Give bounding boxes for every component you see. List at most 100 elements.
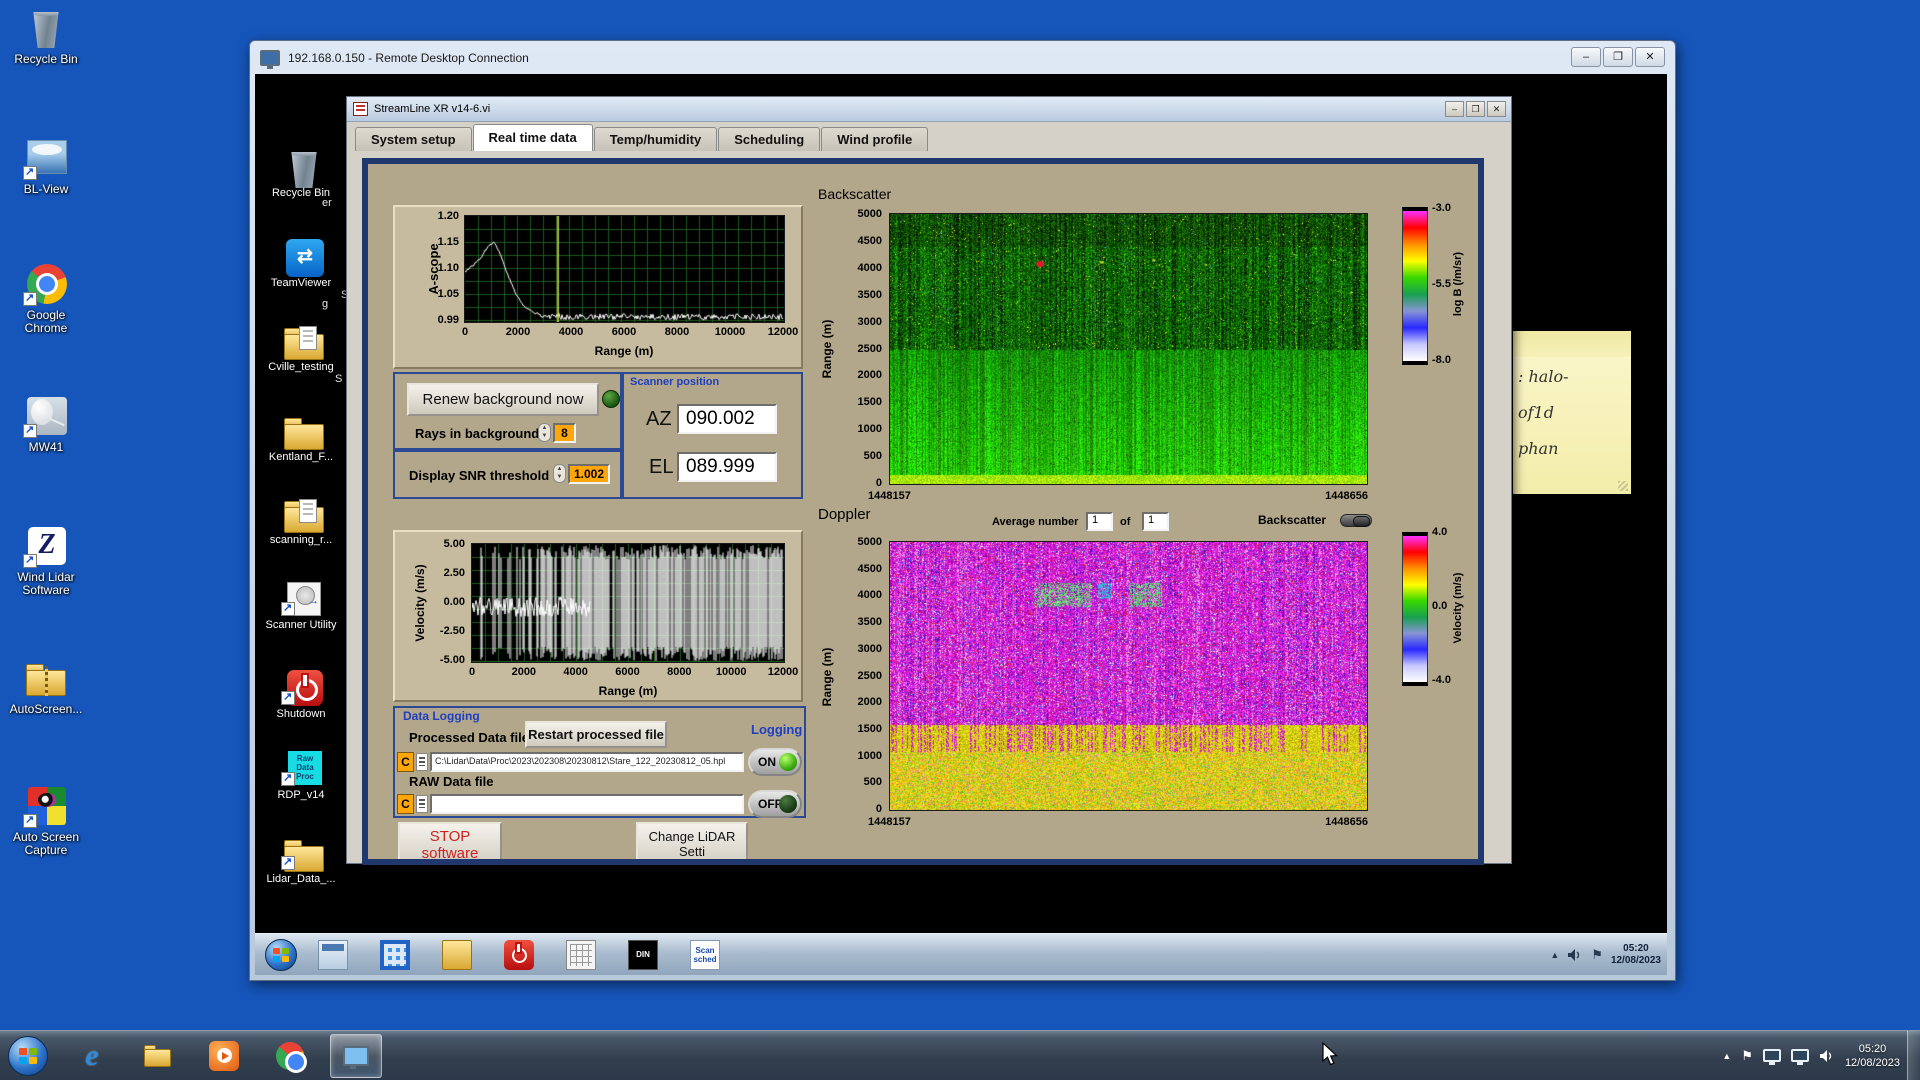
taskbar-button-remote-grid-app[interactable] bbox=[375, 938, 415, 972]
host-clock[interactable]: 05:20 12/08/2023 bbox=[1845, 1042, 1900, 1070]
app-minimize-button[interactable]: – bbox=[1445, 101, 1464, 117]
rdp-maximize-button[interactable]: ❐ bbox=[1603, 47, 1633, 67]
processed-path-field[interactable]: C:\Lidar\Data\Proc\2023\202308\20230812\… bbox=[430, 752, 744, 772]
taskbar-button-media-app[interactable] bbox=[198, 1034, 250, 1078]
tab-scheduling[interactable]: Scheduling bbox=[718, 127, 821, 151]
remote-tray-flag-icon[interactable]: ⚑ bbox=[1591, 947, 1603, 963]
tab-real-time-data[interactable]: Real time data bbox=[472, 124, 593, 151]
y-tick-label: 1.20 bbox=[437, 210, 459, 222]
desktop-icon-auto-screen-capture[interactable]: Auto Screen Capture bbox=[4, 784, 88, 857]
doppler-y-axis-label: Range (m) bbox=[820, 647, 834, 707]
taskbar-button-chrome[interactable] bbox=[264, 1034, 316, 1078]
remote-volume-icon[interactable] bbox=[1567, 948, 1583, 962]
rays-value-field[interactable]: 8 bbox=[553, 423, 576, 443]
app-maximize-button[interactable]: ❐ bbox=[1466, 101, 1485, 117]
desktop-icon-autoscreen-zip[interactable]: AutoScreen... bbox=[4, 656, 88, 716]
teamviewer-icon: ⇄ bbox=[281, 236, 324, 277]
snr-value-field[interactable]: 1.002 bbox=[568, 464, 610, 484]
scanner-utility-icon bbox=[281, 578, 321, 616]
desktop-icon-kentland-folder[interactable]: Kentland_F... bbox=[259, 410, 343, 464]
shortcut-arrow-icon bbox=[23, 553, 37, 568]
processed-drive-selector[interactable]: C bbox=[397, 752, 414, 772]
ascope-plot bbox=[465, 216, 784, 322]
remote-taskbar[interactable]: DIN Scan sched ▲ ⚑ 05:20 12/08/2023 bbox=[255, 933, 1667, 975]
app-titlebar[interactable]: StreamLine XR v14-6.vi – ❐ ✕ bbox=[347, 97, 1511, 122]
stop-software-button[interactable]: STOP software bbox=[398, 822, 502, 859]
tray-network-icon[interactable] bbox=[1790, 1049, 1809, 1065]
rdp-titlebar[interactable]: 192.168.0.150 - Remote Desktop Connectio… bbox=[250, 41, 1675, 74]
az-value-field[interactable]: 090.002 bbox=[677, 404, 777, 434]
taskbar-button-remote-desktop[interactable] bbox=[330, 1033, 382, 1078]
change-lidar-settings-button[interactable]: Change LiDAR Setti bbox=[636, 822, 748, 859]
desktop-icon-cville-testing[interactable]: Cville_testing bbox=[259, 320, 343, 374]
sticky-note-line: phan bbox=[1518, 439, 1559, 458]
desktop-icon-wind-lidar-software[interactable]: ZWind Lidar Software bbox=[4, 524, 88, 597]
of-number-field[interactable]: 1 bbox=[1142, 512, 1169, 531]
show-desktop-button[interactable] bbox=[1907, 1031, 1920, 1080]
sticky-note[interactable]: : halo-of1d phan bbox=[1513, 331, 1631, 494]
tab-wind-profile[interactable]: Wind profile bbox=[821, 127, 929, 151]
desktop-icon-scanner-utility[interactable]: Scanner Utility bbox=[259, 578, 343, 632]
raw-drive-selector[interactable]: C bbox=[397, 794, 414, 814]
rdp-close-button[interactable]: ✕ bbox=[1635, 47, 1665, 67]
backscatter-x-start: 1448157 bbox=[868, 490, 911, 502]
restart-processed-file-button[interactable]: Restart processed file bbox=[525, 721, 667, 748]
app-close-button[interactable]: ✕ bbox=[1487, 101, 1506, 117]
y-tick-label: 500 bbox=[863, 450, 882, 463]
el-value-field[interactable]: 089.999 bbox=[677, 452, 777, 482]
rays-spinner[interactable]: ▲ ▼ bbox=[538, 423, 551, 442]
sticky-note-resize-grip[interactable] bbox=[1618, 481, 1628, 491]
logging-off-button[interactable]: OFF bbox=[748, 790, 802, 818]
taskbar-button-remote-terminal-app[interactable]: DIN bbox=[623, 938, 663, 972]
snr-spinner[interactable]: ▲ ▼ bbox=[553, 464, 566, 483]
remote-clock[interactable]: 05:20 12/08/2023 bbox=[1611, 943, 1661, 967]
tray-action-center-icon[interactable]: ⚑ bbox=[1741, 1048, 1753, 1064]
rdp-minimize-button[interactable]: – bbox=[1571, 47, 1601, 67]
desktop-icon-mw41[interactable]: MW41 bbox=[4, 394, 88, 454]
logging-on-button[interactable]: ON bbox=[748, 748, 802, 776]
backscatter-toggle-switch[interactable] bbox=[1340, 514, 1372, 527]
start-button[interactable] bbox=[8, 1035, 48, 1076]
tab-system-setup[interactable]: System setup bbox=[355, 127, 472, 151]
x-tick-label: 2000 bbox=[505, 326, 531, 338]
x-tick-label: 8000 bbox=[664, 326, 690, 338]
truncated-icon-label: g bbox=[322, 298, 329, 310]
average-number-field[interactable]: 1 bbox=[1086, 512, 1113, 531]
desktop-icon-google-chrome[interactable]: Google Chrome bbox=[4, 262, 88, 335]
desktop-icon-scanning-folder[interactable]: scanning_r... bbox=[259, 493, 343, 547]
shortcut-arrow-icon bbox=[281, 855, 295, 870]
taskbar-button-remote-scan-sched-app[interactable]: Scan sched bbox=[685, 938, 725, 972]
tray-display-icon[interactable] bbox=[1762, 1049, 1781, 1065]
taskbar-button-remote-window-app[interactable] bbox=[313, 938, 353, 972]
taskbar-button-remote-shutdown-app[interactable] bbox=[499, 938, 539, 972]
remote-start-button[interactable] bbox=[265, 938, 297, 971]
renew-background-button[interactable]: Renew background now bbox=[407, 383, 599, 416]
desktop-icon-lidar-data-folder[interactable]: Lidar_Data_... bbox=[259, 832, 343, 886]
taskbar-button-windows-explorer[interactable] bbox=[132, 1034, 184, 1078]
remote-tray-chevron-icon[interactable]: ▲ bbox=[1550, 950, 1559, 960]
tray-volume-icon[interactable] bbox=[1819, 1049, 1835, 1063]
desktop-icon-teamviewer[interactable]: ⇄ TeamViewer bbox=[259, 236, 343, 290]
taskbar-button-remote-folder-app[interactable] bbox=[437, 938, 477, 972]
scanner-position-box: Scanner position AZ 090.002 EL 089.999 bbox=[622, 372, 803, 499]
background-control-box: Renew background now Rays in background … bbox=[393, 372, 622, 450]
tray-chevron-icon[interactable]: ▲ bbox=[1722, 1051, 1731, 1061]
desktop-icon-shutdown[interactable]: Shutdown bbox=[259, 667, 343, 721]
taskbar-button-internet-explorer[interactable]: e bbox=[66, 1034, 118, 1078]
recycle-bin-label: Recycle Bin bbox=[14, 52, 78, 66]
taskbar-button-remote-xr-app[interactable] bbox=[561, 938, 601, 972]
colorbar-tick-label: -5.5 bbox=[1432, 278, 1451, 290]
desktop-icon-recycle-bin[interactable]: Recycle Bin bbox=[4, 6, 88, 66]
y-tick-label: -5.00 bbox=[439, 654, 465, 666]
desktop-icon-rdp-v14[interactable]: RawDataProc RDP_v14 bbox=[259, 748, 343, 802]
cville-testing-label: Cville_testing bbox=[268, 361, 334, 373]
host-taskbar[interactable]: e ▲ ⚑ 05:20 12/08/2023 bbox=[0, 1030, 1920, 1080]
logging-label: Logging bbox=[751, 722, 803, 737]
desktop-icon-remote-recycle-bin[interactable]: Recycle Bin bbox=[259, 146, 343, 200]
desktop-icon-bl-view[interactable]: BL-View bbox=[4, 136, 88, 196]
bl-view-icon bbox=[23, 136, 69, 180]
auto-screen-capture-label: Auto Screen Capture bbox=[12, 830, 80, 857]
velocity-graph-group: Velocity (m/s) 5.00 2.50 0.00 -2.50 -5.00 02… bbox=[393, 530, 803, 702]
raw-path-field[interactable] bbox=[430, 794, 744, 814]
tab-temp-humidity[interactable]: Temp/humidity bbox=[593, 127, 718, 151]
